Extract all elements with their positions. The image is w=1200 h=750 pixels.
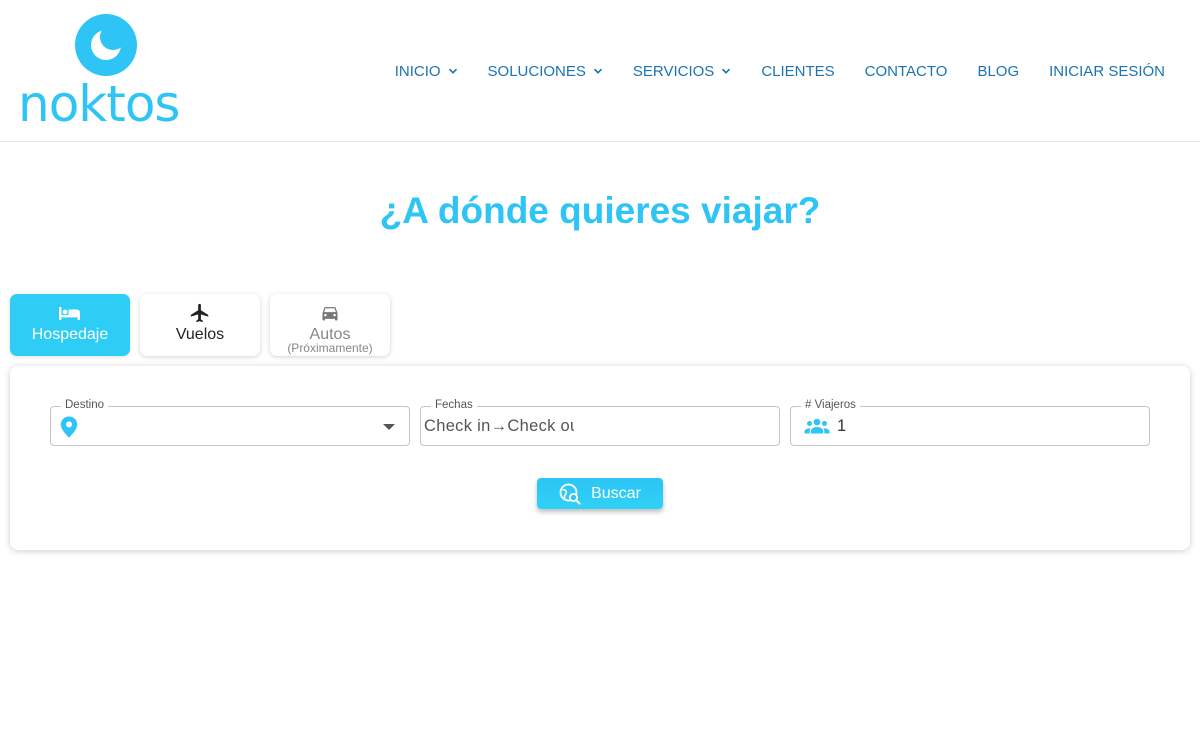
chevron-down-icon <box>448 68 457 74</box>
nav-item-label: SERVICIOS <box>632 62 715 80</box>
moon-icon <box>75 14 137 76</box>
destino-field[interactable]: Destino <box>50 398 410 446</box>
buscar-button[interactable]: Buscar <box>537 478 663 509</box>
nav-item-label: SOLUCIONES <box>487 62 586 80</box>
location-pin-icon <box>60 416 78 438</box>
group-icon <box>804 418 830 434</box>
nav-item-label: CLIENTES <box>761 62 835 80</box>
tab-label: Vuelos <box>175 326 225 343</box>
search-card: Destino Fechas Check in→Check out # Viaj… <box>10 366 1190 550</box>
viajeros-field[interactable]: # Viajeros 1 <box>790 398 1150 446</box>
chevron-down-icon <box>593 68 602 74</box>
viajeros-count[interactable]: 1 <box>837 417 846 436</box>
nav-item-servicios[interactable]: SERVICIOS <box>633 63 731 80</box>
destino-input[interactable] <box>85 413 365 439</box>
nav-item-label: INICIAR SESIÓN <box>1049 62 1165 80</box>
nav-item-clientes[interactable]: CLIENTES <box>761 63 834 80</box>
destino-label: Destino <box>61 398 108 412</box>
date-range-input[interactable]: Check in→Check out <box>424 417 574 436</box>
buscar-button-label: Buscar <box>591 484 641 502</box>
travel-search-icon <box>559 483 581 505</box>
tab-label: Hospedaje <box>31 326 109 343</box>
airplane-icon <box>188 302 212 324</box>
nav-item-soluciones[interactable]: SOLUCIONES <box>488 63 603 80</box>
bed-icon <box>58 302 82 324</box>
page-title: ¿A dónde quieres viajar? <box>379 190 821 231</box>
tab-vuelos[interactable]: Vuelos <box>140 294 260 356</box>
tab-sublabel: (Próximamente) <box>287 341 373 355</box>
tab-autos: Autos (Próximamente) <box>270 294 390 356</box>
nav-item-iniciar-sesion[interactable]: INICIAR SESIÓN <box>1049 63 1165 80</box>
tab-hospedaje[interactable]: Hospedaje <box>10 294 130 356</box>
nav-item-inicio[interactable]: INICIO <box>395 63 458 80</box>
site-header: noktos INICIO SOLUCIONES SERVICIOS CLIEN… <box>0 0 1200 142</box>
car-icon <box>318 302 342 324</box>
noktos-logo[interactable]: noktos <box>18 14 188 133</box>
nav-item-label: INICIO <box>394 62 441 80</box>
main-nav: INICIO SOLUCIONES SERVICIOS CLIENTES CON… <box>365 60 1165 82</box>
search-type-tabs: Hospedaje Vuelos Autos (Próximamente) <box>10 294 390 356</box>
logo-wordmark: noktos <box>18 75 180 133</box>
nav-item-label: BLOG <box>977 62 1020 80</box>
nav-item-label: CONTACTO <box>864 62 948 80</box>
nav-item-blog[interactable]: BLOG <box>977 63 1019 80</box>
chevron-down-icon <box>722 68 731 74</box>
dropdown-arrow-icon[interactable] <box>383 424 395 430</box>
fechas-field[interactable]: Fechas Check in→Check out <box>420 398 780 446</box>
fechas-label: Fechas <box>431 398 477 412</box>
viajeros-label: # Viajeros <box>801 398 860 412</box>
nav-item-contacto[interactable]: CONTACTO <box>865 63 948 80</box>
